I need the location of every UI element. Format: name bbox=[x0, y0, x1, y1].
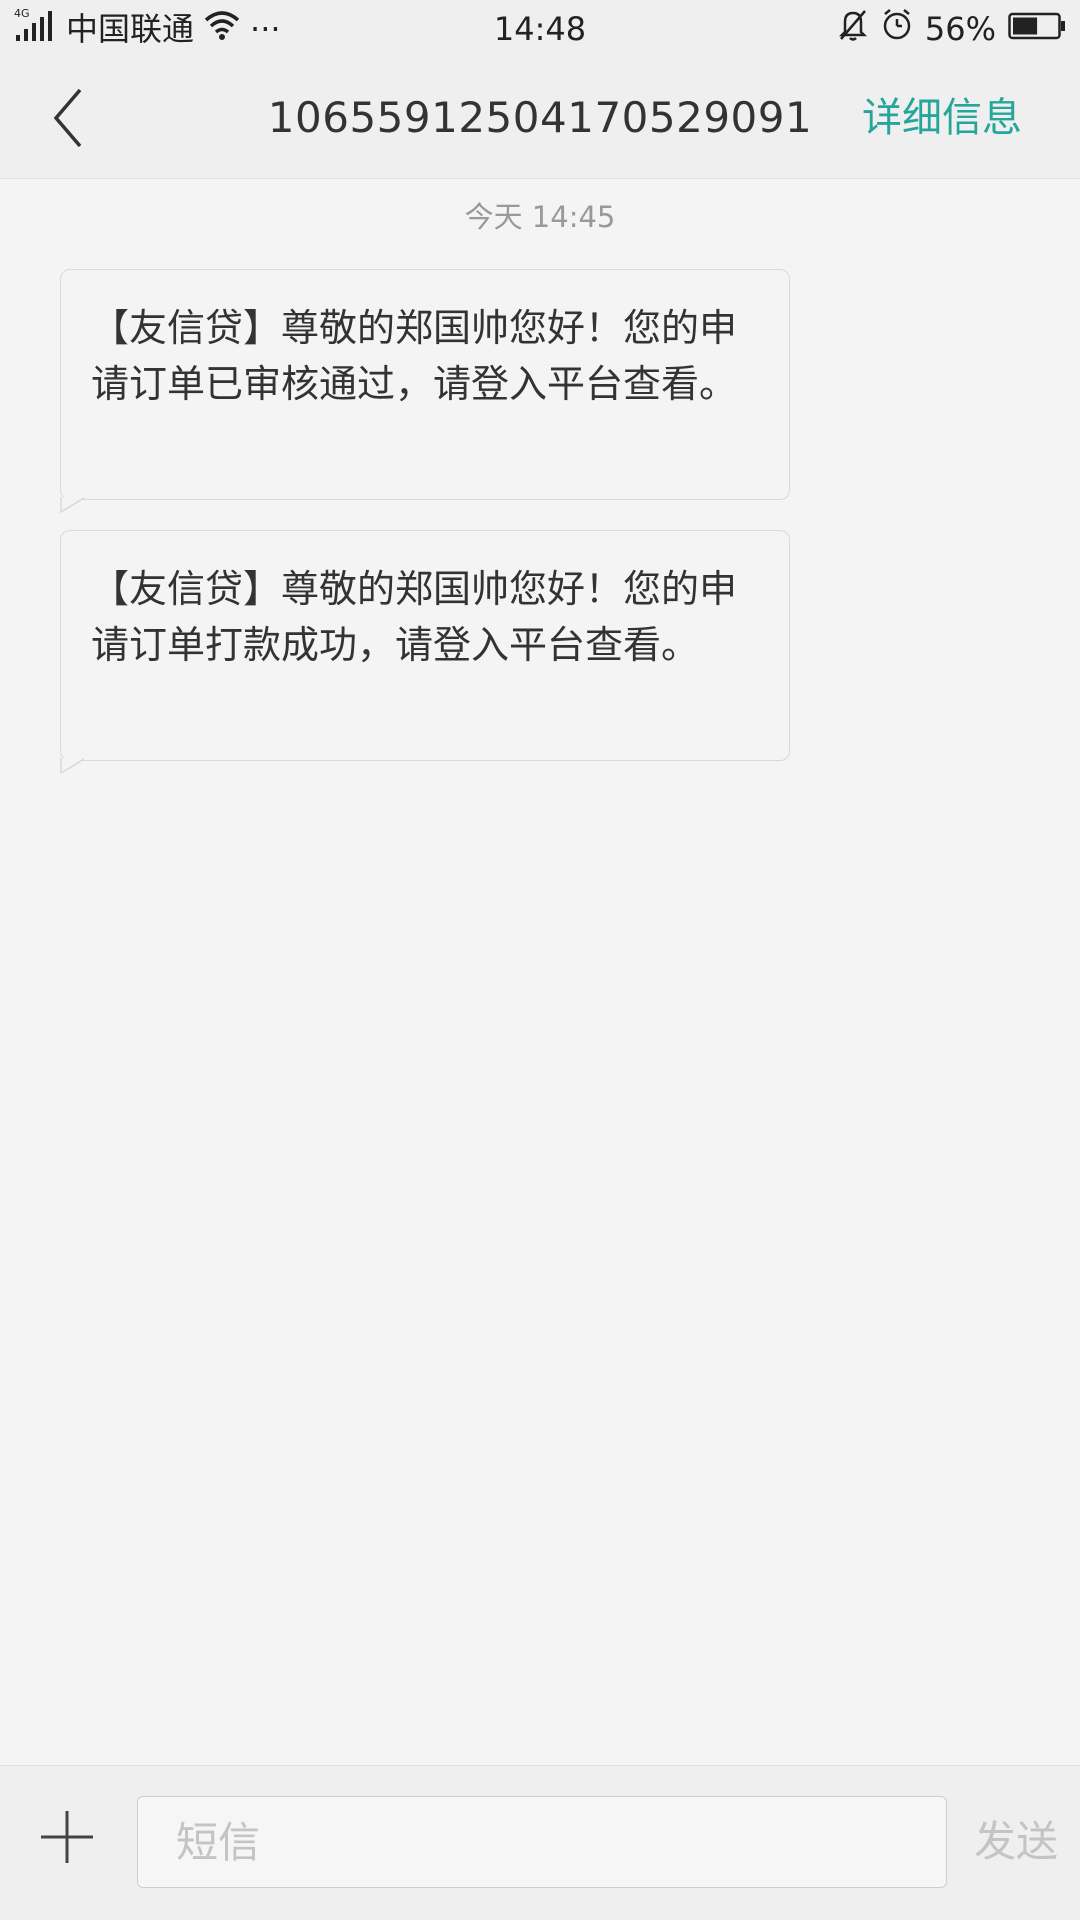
sms-conversation-screen: 4G 中国联通 ··· 14:48 56% 106559125041705290… bbox=[0, 0, 1080, 1920]
message-timestamp: 今天 14:45 bbox=[464, 200, 616, 234]
mute-bell-icon bbox=[837, 8, 869, 50]
battery-percent: 56% bbox=[924, 10, 996, 48]
status-bar: 4G 中国联通 ··· 14:48 56% bbox=[0, 0, 1080, 58]
details-button[interactable]: 详细信息 bbox=[862, 58, 1022, 178]
send-button[interactable]: 发送 bbox=[974, 1796, 1058, 1888]
plus-icon bbox=[41, 1811, 93, 1863]
message-text: 【友信贷】尊敬的郑国帅您好！您的申请订单已审核通过，请登入平台查看。 bbox=[91, 306, 738, 406]
conversation-header: 10655912504170529091 详细信息 bbox=[0, 58, 1080, 179]
message-list[interactable]: 今天 14:45 【友信贷】尊敬的郑国帅您好！您的申请订单已审核通过，请登入平台… bbox=[0, 179, 1080, 1765]
message-text: 【友信贷】尊敬的郑国帅您好！您的申请订单打款成功，请登入平台查看。 bbox=[91, 567, 738, 667]
compose-bar: 发送 bbox=[0, 1765, 1080, 1920]
message-bubble[interactable]: 【友信贷】尊敬的郑国帅您好！您的申请订单打款成功，请登入平台查看。 bbox=[60, 530, 790, 774]
message-bubble[interactable]: 【友信贷】尊敬的郑国帅您好！您的申请订单已审核通过，请登入平台查看。 bbox=[60, 269, 790, 513]
sms-input[interactable] bbox=[137, 1796, 947, 1888]
battery-icon bbox=[1008, 10, 1066, 48]
status-right: 56% bbox=[837, 8, 1066, 50]
bubble-tail-icon bbox=[60, 497, 85, 513]
alarm-icon bbox=[881, 8, 913, 50]
add-attachment-button[interactable] bbox=[36, 1806, 98, 1868]
bubble-tail-icon bbox=[60, 758, 85, 774]
